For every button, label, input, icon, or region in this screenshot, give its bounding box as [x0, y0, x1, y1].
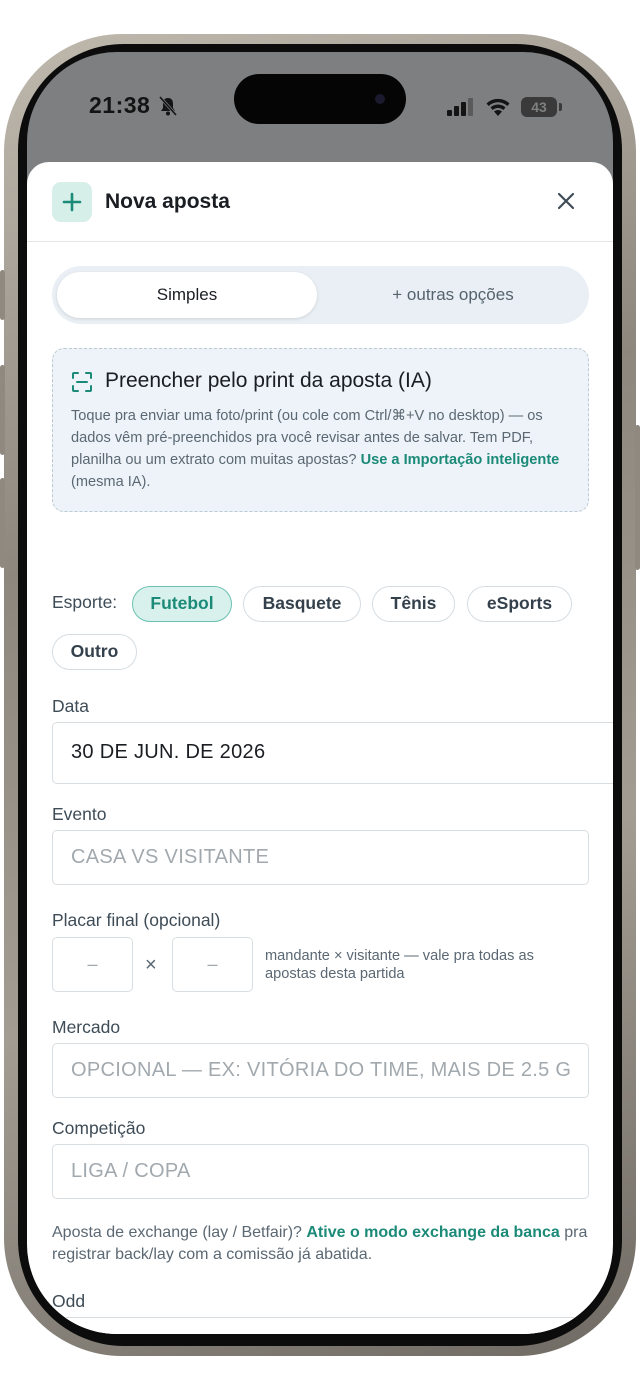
chip-outro[interactable]: Outro [52, 634, 137, 670]
score-label: Placar final (opcional) [52, 910, 221, 930]
competition-input[interactable]: LIGA / COPA [52, 1144, 589, 1199]
odd-label: Odd [52, 1291, 86, 1311]
tab-simples[interactable]: Simples [57, 272, 317, 318]
sport-label: Esporte: [52, 592, 118, 612]
side-button [635, 425, 640, 570]
chip-tenis[interactable]: Tênis [372, 586, 455, 622]
chip-basquete[interactable]: Basquete [243, 586, 361, 622]
ai-desc-text-end: (mesma IA). [71, 474, 151, 490]
sheet-bottom-fade [27, 1332, 613, 1334]
phone-screen: 21:38 43 Nova aposta Simples + outras op… [27, 52, 613, 1334]
sheet-title: Nova aposta [105, 190, 230, 213]
away-score-input[interactable]: – [172, 937, 253, 992]
battery-icon: 43 [521, 97, 557, 117]
bet-type-toggle: Simples + outras opções [52, 266, 589, 324]
score-separator: × [145, 954, 157, 976]
date-input[interactable]: 30 DE JUN. DE 2026 [52, 722, 613, 784]
exchange-mode-link[interactable]: Ative o modo exchange da banca [306, 1224, 559, 1241]
event-label: Evento [52, 804, 107, 824]
chip-esports[interactable]: eSports [467, 586, 572, 622]
sheet-header: Nova aposta [27, 162, 613, 242]
date-label: Data [52, 696, 89, 716]
ai-upload-box[interactable]: Preencher pelo print da aposta (IA) Toqu… [52, 348, 589, 512]
ai-title: Preencher pelo print da aposta (IA) [105, 369, 432, 392]
market-label: Mercado [52, 1017, 121, 1037]
battery-tip [559, 103, 562, 111]
scan-icon [72, 372, 92, 392]
tab-other-options[interactable]: + outras opções [322, 272, 584, 318]
signal-icon [447, 98, 473, 116]
smart-import-link[interactable]: Use a Importação inteligente [361, 452, 560, 468]
bell-muted-icon [158, 96, 178, 116]
home-score-input[interactable]: – [52, 937, 133, 992]
side-button [0, 270, 5, 320]
status-time: 21:38 [89, 92, 151, 118]
status-bar: 21:38 43 [27, 52, 613, 162]
camera-dot [375, 94, 385, 104]
competition-label: Competição [52, 1118, 146, 1138]
close-icon[interactable] [554, 189, 578, 213]
plus-icon [52, 182, 92, 222]
market-input[interactable]: OPCIONAL — EX: VITÓRIA DO TIME, MAIS DE … [52, 1043, 589, 1098]
event-input[interactable]: CASA VS VISITANTE [52, 830, 589, 885]
side-button [0, 365, 5, 455]
exchange-text: Aposta de exchange (lay / Betfair)? [52, 1224, 307, 1241]
exchange-note: Aposta de exchange (lay / Betfair)? Ativ… [52, 1222, 592, 1266]
chip-futebol[interactable]: Futebol [132, 586, 232, 622]
ai-description: Toque pra enviar uma foto/print (ou cole… [71, 405, 571, 493]
score-hint: mandante × visitante — vale pra todas as… [265, 948, 534, 982]
wifi-icon [486, 98, 510, 116]
new-bet-sheet: Nova aposta Simples + outras opções Pree… [27, 162, 613, 1334]
side-button [0, 478, 5, 568]
